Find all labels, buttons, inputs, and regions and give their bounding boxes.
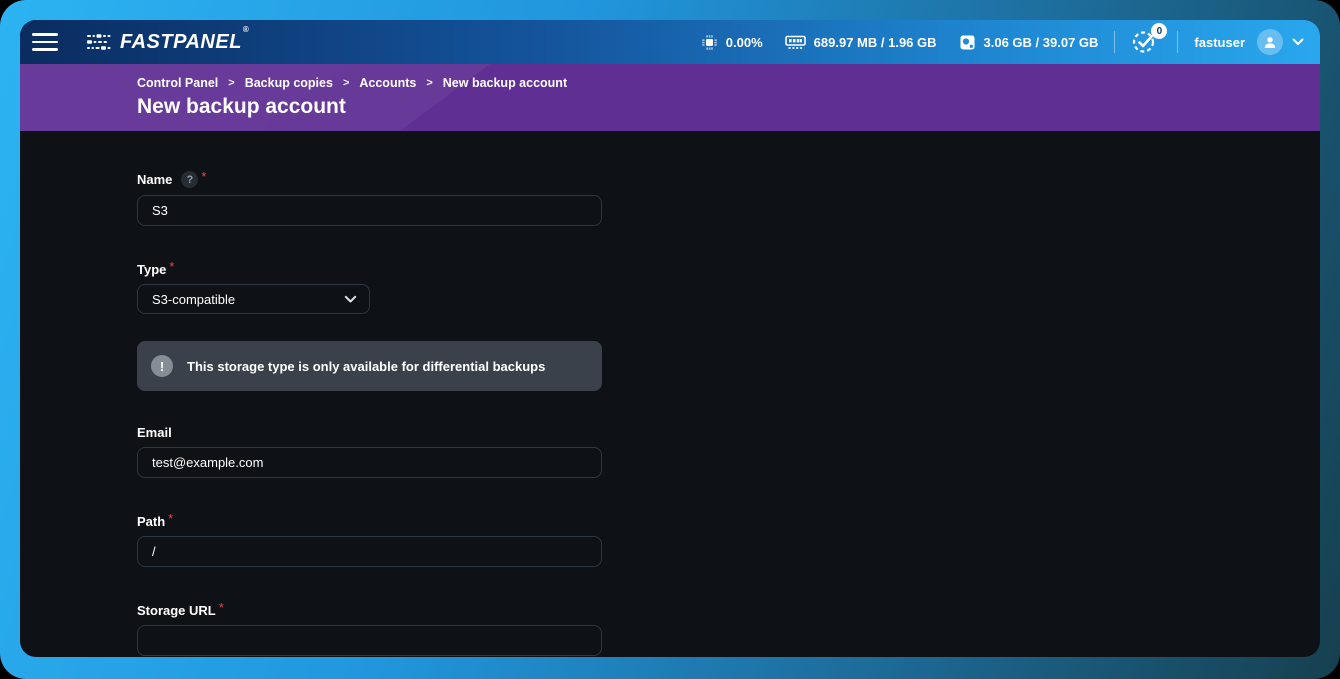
topbar-right: 0.00% 689.97 MB / 1.96 GB 3.06 GB / 39.0… bbox=[679, 27, 1304, 57]
breadcrumb-backup-copies[interactable]: Backup copies bbox=[245, 76, 333, 90]
divider bbox=[1114, 31, 1115, 53]
path-input[interactable] bbox=[137, 536, 602, 567]
logo-text: FASTPANEL® bbox=[120, 31, 248, 54]
required-mark: * bbox=[169, 259, 174, 274]
path-label: Path bbox=[137, 514, 165, 529]
breadcrumb-separator: > bbox=[228, 77, 234, 89]
storage-url-label: Storage URL bbox=[137, 603, 216, 618]
email-input[interactable] bbox=[137, 447, 602, 478]
storage-url-input[interactable] bbox=[137, 625, 602, 656]
type-label: Type bbox=[137, 262, 166, 277]
field-path: Path * bbox=[137, 514, 1320, 567]
avatar bbox=[1257, 29, 1283, 55]
tasks-button[interactable]: 0 bbox=[1131, 27, 1161, 57]
breadcrumb-separator: > bbox=[426, 77, 432, 89]
ram-icon bbox=[785, 34, 806, 50]
field-type: Type * S3-compatible bbox=[137, 262, 1320, 314]
type-select[interactable]: S3-compatible bbox=[137, 284, 370, 314]
app-window: FASTPANEL® 0.00% bbox=[20, 20, 1320, 657]
name-label: Name bbox=[137, 172, 172, 187]
divider bbox=[1177, 31, 1178, 53]
stat-memory: 689.97 MB / 1.96 GB bbox=[785, 34, 937, 50]
disk-usage-value: 3.06 GB / 39.07 GB bbox=[984, 35, 1099, 50]
form-content: Name ? * Type * S3-compatible ! This sto… bbox=[20, 131, 1320, 657]
memory-usage-value: 689.97 MB / 1.96 GB bbox=[814, 35, 937, 50]
breadcrumb: Control Panel > Backup copies > Accounts… bbox=[137, 64, 1320, 90]
required-mark: * bbox=[201, 169, 206, 184]
breadcrumb-control-panel[interactable]: Control Panel bbox=[137, 76, 218, 90]
logo[interactable]: FASTPANEL® bbox=[86, 31, 248, 54]
stat-cpu: 0.00% bbox=[701, 34, 763, 51]
window-frame: FASTPANEL® 0.00% bbox=[0, 0, 1340, 679]
required-mark: * bbox=[168, 511, 173, 526]
user-menu[interactable]: fastuser bbox=[1194, 29, 1304, 55]
help-icon[interactable]: ? bbox=[181, 171, 198, 188]
type-select-value: S3-compatible bbox=[152, 292, 235, 307]
registered-mark: ® bbox=[243, 25, 249, 34]
breadcrumb-current: New backup account bbox=[443, 76, 567, 90]
breadcrumb-accounts[interactable]: Accounts bbox=[359, 76, 416, 90]
chevron-down-icon bbox=[344, 295, 357, 304]
disk-icon bbox=[959, 34, 976, 51]
page-title: New backup account bbox=[137, 95, 1320, 119]
username: fastuser bbox=[1194, 35, 1245, 50]
cpu-usage-value: 0.00% bbox=[726, 35, 763, 50]
menu-icon[interactable] bbox=[32, 33, 58, 51]
topbar: FASTPANEL® 0.00% bbox=[20, 20, 1320, 64]
exclamation-icon: ! bbox=[151, 355, 173, 377]
email-label: Email bbox=[137, 425, 172, 440]
breadcrumb-separator: > bbox=[343, 77, 349, 89]
name-input[interactable] bbox=[137, 195, 602, 226]
field-storage-url: Storage URL * bbox=[137, 603, 1320, 656]
field-email: Email bbox=[137, 425, 1320, 478]
required-mark: * bbox=[219, 600, 224, 615]
tasks-count-badge: 0 bbox=[1151, 23, 1167, 39]
stat-disk: 3.06 GB / 39.07 GB bbox=[959, 34, 1099, 51]
fastpanel-sliders-icon bbox=[86, 32, 113, 52]
person-icon bbox=[1261, 33, 1279, 51]
info-banner: ! This storage type is only available fo… bbox=[137, 341, 602, 391]
info-banner-text: This storage type is only available for … bbox=[187, 359, 545, 374]
cpu-icon bbox=[701, 34, 718, 51]
page-header: Control Panel > Backup copies > Accounts… bbox=[20, 64, 1320, 131]
chevron-down-icon bbox=[1292, 38, 1304, 46]
field-name: Name ? * bbox=[137, 171, 1320, 226]
